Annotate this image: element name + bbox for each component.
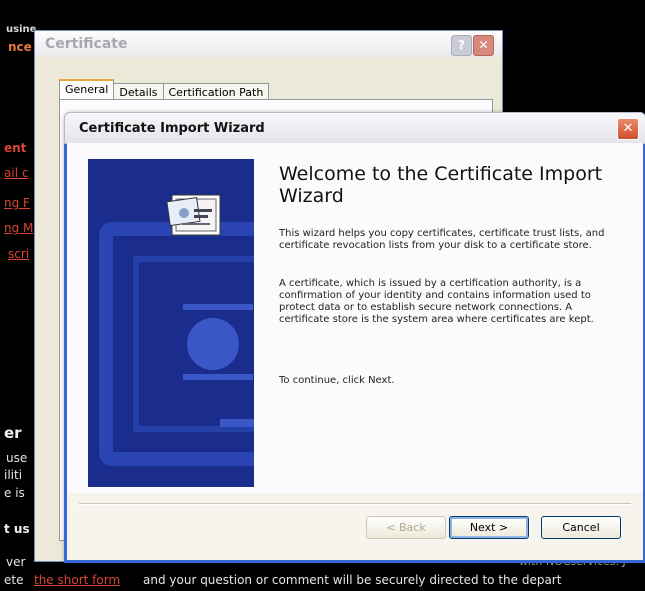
- certificate-title: Certificate: [45, 36, 128, 52]
- background-text-fragment: use: [6, 451, 28, 465]
- background-text-fragment[interactable]: ail c: [4, 166, 28, 180]
- cancel-button[interactable]: Cancel: [541, 516, 621, 539]
- background-text-fragment: ent: [4, 141, 27, 155]
- tab-strip: General Details Certification Path: [59, 79, 270, 102]
- wizard-body: Welcome to the Certificate Import Wizard…: [67, 143, 643, 493]
- background-text-fragment[interactable]: the short form: [34, 573, 120, 587]
- certificate-description-paragraph: A certificate, which is issued by a cert…: [279, 278, 594, 325]
- background-text-fragment: t us: [4, 522, 30, 536]
- close-button[interactable]: ✕: [473, 35, 494, 56]
- background-text-fragment: ver: [6, 555, 26, 569]
- button-separator: [79, 503, 631, 505]
- certificate-titlebar: Certificate ? ✕: [35, 31, 502, 57]
- next-button[interactable]: Next >: [449, 516, 529, 539]
- help-button[interactable]: ?: [451, 35, 472, 56]
- wizard-heading: Welcome to the Certificate Import Wizard: [279, 163, 603, 207]
- background-text-fragment[interactable]: ng F: [4, 196, 30, 210]
- certificate-illustration: [88, 159, 254, 487]
- background-text-fragment[interactable]: scri: [8, 247, 29, 261]
- intro-paragraph: This wizard helps you copy certificates,…: [279, 228, 605, 251]
- background-text-fragment[interactable]: ng M: [4, 221, 33, 235]
- background-text-fragment: and your question or comment will be sec…: [143, 573, 562, 587]
- wizard-title: Certificate Import Wizard: [79, 121, 265, 136]
- certificate-card-icon: [166, 194, 221, 236]
- import-wizard-window: Certificate Import Wizard ✕ Welcome to t…: [64, 112, 645, 563]
- background-text-fragment: er: [4, 424, 22, 442]
- background-text-fragment: nce: [8, 40, 32, 54]
- wizard-close-button[interactable]: ✕: [617, 118, 639, 140]
- wizard-titlebar: Certificate Import Wizard ✕: [64, 112, 645, 144]
- background-text-fragment: e is: [4, 486, 25, 500]
- back-button[interactable]: < Back: [366, 516, 446, 539]
- background-text-fragment: usine: [6, 24, 37, 35]
- wizard-side-graphic: [88, 159, 254, 487]
- background-text-fragment: iliti: [4, 468, 23, 482]
- background-text-fragment: ete: [4, 573, 24, 587]
- continue-instruction: To continue, click Next.: [279, 375, 395, 386]
